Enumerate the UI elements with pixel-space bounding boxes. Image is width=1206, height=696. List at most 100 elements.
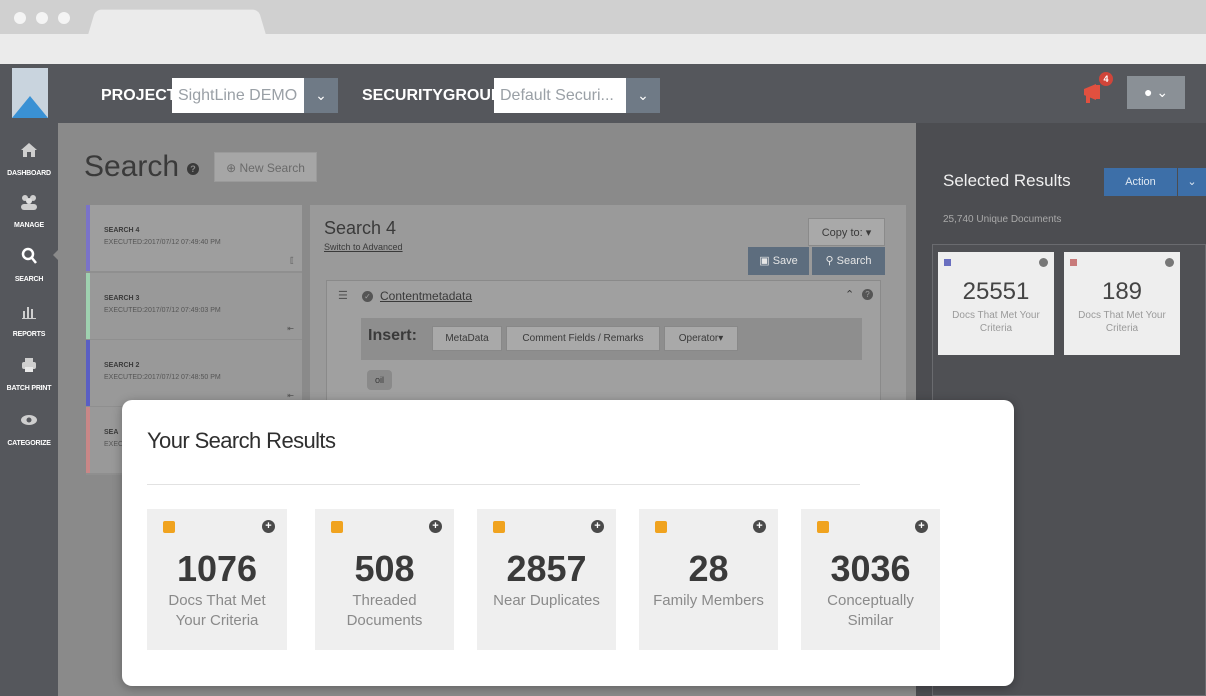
project-label: PROJECT:	[101, 87, 181, 104]
result-count: 3036	[830, 548, 911, 589]
divider	[147, 484, 860, 485]
selected-result-card[interactable]: 189 Docs That Met Your Criteria	[1064, 252, 1180, 355]
pin-icon[interactable]: ⇤	[287, 324, 294, 333]
search-item-title: SEARCH 3	[104, 295, 140, 302]
add-circle-icon[interactable]: +	[591, 520, 604, 533]
result-color-square	[163, 521, 175, 533]
insert-operator-button[interactable]: Operator▾	[664, 326, 738, 351]
search-history-item[interactable]: SEARCH 4 EXECUTED:2017/07/12 07:49:40 PM…	[86, 205, 302, 271]
pin-icon[interactable]: ⇤	[287, 391, 294, 400]
chevron-down-icon[interactable]: ⌄	[1178, 168, 1206, 196]
securitygroup-dropdown-caret-icon[interactable]: ⌄	[626, 78, 660, 113]
nav-search-label: SEARCH	[14, 276, 44, 283]
nav-batch-print[interactable]: BATCH PRINT	[0, 355, 58, 395]
insert-metadata-button[interactable]: MetaData	[432, 326, 502, 351]
switch-to-advanced-link[interactable]: Switch to Advanced	[324, 242, 403, 252]
search-color-bar	[86, 273, 90, 339]
result-count: 508	[354, 548, 415, 589]
project-select[interactable]: SightLine DEMO	[172, 78, 304, 113]
selected-result-label: Docs That Met Your Criteria	[952, 310, 1040, 334]
result-label: Near Duplicates	[493, 592, 600, 609]
search-color-bar	[86, 407, 90, 473]
nav-reports[interactable]: REPORTS	[0, 301, 58, 341]
check-circle-icon: ✓	[362, 291, 373, 302]
plus-circle-icon: ⊕	[226, 161, 237, 175]
logo-mark-icon	[12, 96, 48, 118]
nav-manage[interactable]: MANAGE	[0, 192, 58, 232]
query-term-chip[interactable]: oil	[367, 370, 392, 390]
users-icon	[21, 195, 37, 210]
search-results-title: Your Search Results	[147, 428, 336, 453]
selected-result-card[interactable]: 25551 Docs That Met Your Criteria	[938, 252, 1054, 355]
remove-circle-icon[interactable]	[1165, 258, 1174, 267]
insert-label: Insert:	[368, 327, 417, 344]
home-icon	[21, 143, 37, 157]
notification-badge: 4	[1099, 72, 1113, 86]
save-label: Save	[772, 255, 798, 267]
nav-search[interactable]: SEARCH	[0, 246, 58, 286]
result-label: Docs That Met Your Criteria	[168, 592, 266, 629]
search-button[interactable]: ⚲ Search	[812, 247, 885, 275]
result-card-near-duplicates[interactable]: + 2857 Near Duplicates	[477, 509, 616, 650]
nav-categorize[interactable]: CATEGORIZE	[0, 410, 58, 450]
search-item-title: SEA	[104, 429, 119, 436]
selected-result-label: Docs That Met Your Criteria	[1078, 310, 1166, 334]
user-menu-button[interactable]: ● ⌄	[1127, 76, 1185, 109]
search-history-item[interactable]: SEARCH 3 EXECUTED:2017/07/12 07:49:03 PM…	[86, 273, 302, 339]
nav-reports-label: REPORTS	[12, 331, 46, 338]
result-card-docs-met-criteria[interactable]: + 1076 Docs That Met Your Criteria	[147, 509, 287, 650]
add-circle-icon[interactable]: +	[262, 520, 275, 533]
result-count: 28	[688, 548, 729, 589]
new-search-button[interactable]: ⊕ New Search	[214, 152, 317, 182]
window-minimize-dot[interactable]	[36, 12, 48, 24]
add-circle-icon[interactable]: +	[753, 520, 766, 533]
save-button[interactable]: ▣ Save	[748, 247, 809, 275]
nav-dashboard[interactable]: DASHBOARD	[0, 140, 58, 180]
result-color-square	[331, 521, 343, 533]
result-card-family-members[interactable]: + 28 Family Members	[639, 509, 778, 650]
nav-categorize-label: CATEGORIZE	[7, 440, 51, 447]
browser-tab[interactable]	[88, 9, 266, 35]
window-close-dot[interactable]	[14, 12, 26, 24]
remove-circle-icon[interactable]	[1039, 258, 1048, 267]
search-label: Search	[836, 255, 872, 267]
user-icon: ●	[1143, 84, 1153, 100]
eye-icon	[21, 415, 37, 425]
securitygroup-select[interactable]: Default Securi...	[494, 78, 626, 113]
result-card-threaded-documents[interactable]: + 508 Threaded Documents	[315, 509, 454, 650]
search-item-executed: EXEC	[104, 441, 124, 448]
search-color-bar	[86, 340, 90, 406]
unique-documents-count: 25,740 Unique Documents	[943, 214, 1062, 225]
chevron-up-icon[interactable]: ⌃	[845, 288, 854, 301]
printer-icon	[22, 358, 36, 372]
drag-handle-icon[interactable]: ☰	[338, 289, 348, 302]
nav-manage-label: MANAGE	[14, 222, 44, 229]
copy-to-button[interactable]: Copy to: ▾	[808, 218, 885, 246]
result-color-square	[655, 521, 667, 533]
page-title: Search	[84, 150, 180, 183]
pin-icon[interactable]: ⟦	[290, 256, 294, 265]
result-color-square	[493, 521, 505, 533]
add-circle-icon[interactable]: +	[915, 520, 928, 533]
result-color-square	[944, 259, 951, 266]
add-circle-icon[interactable]: +	[429, 520, 442, 533]
help-icon[interactable]: ?	[187, 163, 199, 175]
result-label: Conceptually Similar	[827, 592, 914, 629]
insert-comment-fields-button[interactable]: Comment Fields / Remarks	[506, 326, 660, 351]
project-dropdown-caret-icon[interactable]: ⌄	[304, 78, 338, 113]
result-count: 1076	[176, 548, 258, 589]
securitygroup-label: SECURITYGROUP:	[362, 87, 507, 104]
window-zoom-dot[interactable]	[58, 12, 70, 24]
floppy-disk-icon: ▣	[759, 255, 770, 267]
help-icon[interactable]: ?	[862, 289, 873, 300]
new-search-label: New Search	[239, 161, 305, 175]
search-history-item[interactable]: SEARCH 2 EXECUTED:2017/07/12 07:48:50 PM…	[86, 340, 302, 406]
query-field-link[interactable]: Contentmetadata	[380, 289, 472, 303]
search-item-title: SEARCH 2	[104, 362, 140, 369]
result-color-square	[1070, 259, 1077, 266]
action-button[interactable]: Action	[1104, 168, 1177, 196]
search-color-bar	[86, 205, 90, 271]
search-item-title: SEARCH 4	[104, 227, 140, 234]
result-card-conceptually-similar[interactable]: + 3036 Conceptually Similar	[801, 509, 940, 650]
result-count: 2857	[506, 548, 587, 589]
